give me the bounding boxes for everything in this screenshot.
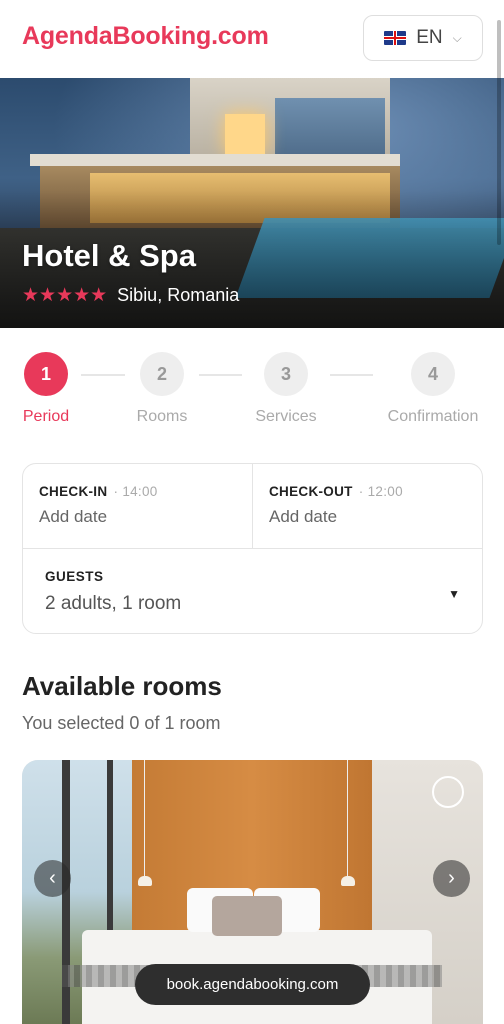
language-selector[interactable]: EN ⌵ xyxy=(363,15,483,61)
checkout-value: Add date xyxy=(269,507,338,526)
next-photo-button[interactable]: › xyxy=(433,860,470,897)
step-label: Rooms xyxy=(136,408,188,425)
select-room-checkbox[interactable] xyxy=(432,776,464,808)
booking-search-card: CHECK-IN · 14:00 Add date CHECK-OUT · 12… xyxy=(22,463,483,634)
app-header: AgendaBooking.com EN ⌵ xyxy=(0,0,504,78)
guests-value: 2 adults, 1 room xyxy=(45,593,182,614)
step-confirmation[interactable]: 4 Confirmation xyxy=(384,352,482,426)
chevron-down-icon: ⌵ xyxy=(452,30,462,45)
step-services[interactable]: 3 Services xyxy=(251,352,321,426)
hotel-title: Hotel & Spa xyxy=(22,238,196,273)
star-rating-icon: ★★★★★ xyxy=(22,285,108,306)
available-rooms-title: Available rooms xyxy=(22,671,222,701)
caret-down-icon: ▼ xyxy=(448,587,460,601)
guests-label: GUESTS xyxy=(45,569,104,584)
step-label: Period xyxy=(22,408,70,425)
step-connector xyxy=(81,374,125,376)
guests-select[interactable]: GUESTS 2 adults, 1 room ▼ xyxy=(23,548,482,634)
booking-stepper: 1 Period 2 Rooms 3 Services 4 Confirmati… xyxy=(0,352,504,432)
step-number: 1 xyxy=(24,352,68,396)
checkin-time: · 14:00 xyxy=(113,484,158,499)
uk-flag-icon xyxy=(384,31,407,45)
step-connector xyxy=(199,374,242,376)
step-label: Services xyxy=(255,408,317,425)
language-label: EN xyxy=(416,27,443,48)
checkout-time: · 12:00 xyxy=(358,484,403,499)
step-label: Confirmation xyxy=(387,408,479,425)
checkin-value: Add date xyxy=(39,507,108,526)
step-connector xyxy=(330,374,373,376)
step-number: 2 xyxy=(140,352,184,396)
rooms-selected-count: You selected 0 of 1 room xyxy=(22,713,221,733)
checkin-header: CHECK-IN · 14:00 xyxy=(39,484,158,499)
browser-url-pill[interactable]: book.agendabooking.com xyxy=(135,964,370,1005)
brand-logo[interactable]: AgendaBooking.com xyxy=(22,22,269,51)
checkin-field[interactable]: CHECK-IN · 14:00 Add date xyxy=(23,464,253,548)
step-rooms[interactable]: 2 Rooms xyxy=(132,352,192,426)
hotel-meta: ★★★★★ Sibiu, Romania xyxy=(22,284,239,307)
scrollbar[interactable] xyxy=(497,20,501,245)
checkout-field[interactable]: CHECK-OUT · 12:00 Add date xyxy=(253,464,483,548)
step-period[interactable]: 1 Period xyxy=(21,352,71,426)
hotel-location: Sibiu, Romania xyxy=(117,285,240,305)
previous-photo-button[interactable]: ‹ xyxy=(34,860,71,897)
step-number: 3 xyxy=(264,352,308,396)
step-number: 4 xyxy=(411,352,455,396)
checkout-header: CHECK-OUT · 12:00 xyxy=(269,484,403,499)
hero-image: Hotel & Spa ★★★★★ Sibiu, Romania xyxy=(0,78,504,328)
